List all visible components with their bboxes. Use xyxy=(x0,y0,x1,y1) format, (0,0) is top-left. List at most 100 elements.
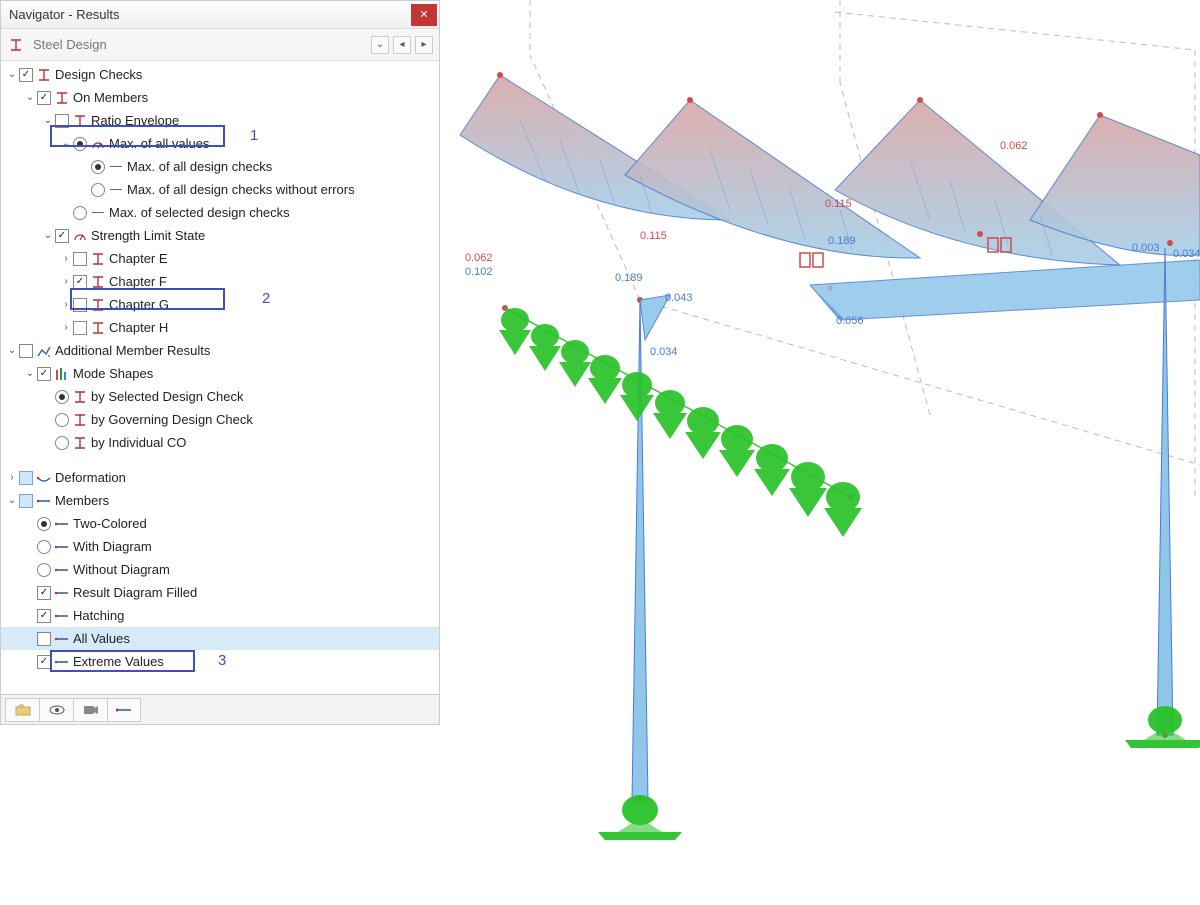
tree-item-members[interactable]: ⌄ Members xyxy=(1,489,439,512)
tree-item-chapter-e[interactable]: › Chapter E xyxy=(1,247,439,270)
value-label: 0.056 xyxy=(836,315,864,327)
tree-item-mode-shapes[interactable]: ⌄ ✓ Mode Shapes xyxy=(1,362,439,385)
tree-label: Chapter G xyxy=(107,297,169,312)
tree-item-ratio-envelope[interactable]: ⌄ Ratio Envelope xyxy=(1,109,439,132)
dropdown-chevron-icon[interactable]: ⌄ xyxy=(371,36,389,54)
checkbox[interactable] xyxy=(19,494,33,508)
tree-item-deformation[interactable]: › Deformation xyxy=(1,466,439,489)
checkbox[interactable] xyxy=(19,344,33,358)
toolbar-dropdown[interactable]: Steel Design xyxy=(29,37,367,52)
tree-item-two-colored[interactable]: Two-Colored xyxy=(1,512,439,535)
tree-label: Result Diagram Filled xyxy=(71,585,197,600)
value-label: 0.034 xyxy=(1173,248,1200,260)
tree-label: All Values xyxy=(71,631,130,646)
expand-icon[interactable]: › xyxy=(59,276,73,287)
tree-item-chapter-f[interactable]: › ✓ Chapter F xyxy=(1,270,439,293)
tree-item-without-diagram[interactable]: Without Diagram xyxy=(1,558,439,581)
tree-item-with-diagram[interactable]: With Diagram xyxy=(1,535,439,558)
checkbox[interactable]: ✓ xyxy=(37,586,51,600)
checkbox[interactable] xyxy=(37,632,51,646)
checkbox[interactable]: ✓ xyxy=(73,275,87,289)
tree-item-max-all-design-checks[interactable]: Max. of all design checks xyxy=(1,155,439,178)
tree-item-max-selected-design-checks[interactable]: Max. of selected design checks xyxy=(1,201,439,224)
radio[interactable] xyxy=(55,390,69,404)
checkbox[interactable]: ✓ xyxy=(37,609,51,623)
expand-icon[interactable]: ⌄ xyxy=(23,368,37,379)
tree-label: Deformation xyxy=(53,470,126,485)
tree-item-by-selected-design-check[interactable]: by Selected Design Check xyxy=(1,385,439,408)
expand-icon[interactable]: ⌄ xyxy=(5,345,19,356)
tree-label: Hatching xyxy=(71,608,124,623)
close-button[interactable]: ✕ xyxy=(411,4,437,26)
tree-item-by-governing-design-check[interactable]: by Governing Design Check xyxy=(1,408,439,431)
expand-icon[interactable]: › xyxy=(5,472,19,483)
radio[interactable] xyxy=(37,540,51,554)
toolbar: Steel Design ⌄ ◂ ▸ xyxy=(1,29,439,61)
expand-icon[interactable]: ⌄ xyxy=(23,92,37,103)
expand-icon[interactable]: › xyxy=(59,299,73,310)
bottom-btn-result[interactable] xyxy=(107,698,141,722)
tree-item-by-individual-co[interactable]: by Individual CO xyxy=(1,431,439,454)
tree-item-on-members[interactable]: ⌄ ✓ On Members xyxy=(1,86,439,109)
radio[interactable] xyxy=(73,206,87,220)
tree[interactable]: ⌄ ✓ Design Checks ⌄ ✓ On Members ⌄ Ratio… xyxy=(1,61,439,694)
checkbox[interactable] xyxy=(73,321,87,335)
radio[interactable] xyxy=(91,160,105,174)
tree-label: With Diagram xyxy=(71,539,152,554)
member-icon xyxy=(53,656,71,668)
nav-prev-button[interactable]: ◂ xyxy=(393,36,411,54)
checkbox[interactable]: ✓ xyxy=(37,655,51,669)
tree-item-chapter-h[interactable]: › Chapter H xyxy=(1,316,439,339)
radio[interactable] xyxy=(73,137,87,151)
tree-item-design-checks[interactable]: ⌄ ✓ Design Checks xyxy=(1,63,439,86)
checkbox[interactable] xyxy=(73,298,87,312)
tree-label: Additional Member Results xyxy=(53,343,210,358)
tree-item-result-diagram-filled[interactable]: ✓ Result Diagram Filled xyxy=(1,581,439,604)
expand-icon[interactable]: ⌄ xyxy=(41,230,55,241)
value-label: 0.062 xyxy=(1000,140,1028,152)
tree-item-chapter-g[interactable]: › Chapter G xyxy=(1,293,439,316)
bottom-btn-folder[interactable] xyxy=(5,698,39,722)
checkbox[interactable] xyxy=(55,114,69,128)
bottom-btn-eye[interactable] xyxy=(39,698,73,722)
checkbox[interactable] xyxy=(73,252,87,266)
checkbox[interactable]: ✓ xyxy=(55,229,69,243)
deformation-icon xyxy=(35,472,53,484)
tree-label: by Governing Design Check xyxy=(89,412,253,427)
radio[interactable] xyxy=(91,183,105,197)
nav-next-button[interactable]: ▸ xyxy=(415,36,433,54)
tree-label: Mode Shapes xyxy=(71,366,153,381)
tree-item-additional-member-results[interactable]: ⌄ Additional Member Results xyxy=(1,339,439,362)
radio[interactable] xyxy=(37,563,51,577)
checkbox[interactable] xyxy=(19,471,33,485)
member-icon xyxy=(53,564,71,576)
member-icon xyxy=(53,633,71,645)
hline-icon xyxy=(89,212,107,213)
expand-icon[interactable]: ⌄ xyxy=(5,495,19,506)
tree-item-max-all-values[interactable]: ⌄ Max. of all values xyxy=(1,132,439,155)
expand-icon[interactable]: ⌄ xyxy=(5,69,19,80)
expand-icon[interactable]: ⌄ xyxy=(59,138,73,149)
window-title: Navigator - Results xyxy=(9,7,120,22)
member-icon xyxy=(53,610,71,622)
checkbox[interactable]: ✓ xyxy=(37,91,51,105)
radio[interactable] xyxy=(55,436,69,450)
radio[interactable] xyxy=(55,413,69,427)
tree-item-strength-limit-state[interactable]: ⌄ ✓ Strength Limit State xyxy=(1,224,439,247)
checkbox[interactable]: ✓ xyxy=(37,367,51,381)
3d-viewport[interactable]: 0.062 0.102 0.115 0.189 0.043 0.034 0.11… xyxy=(440,0,1200,900)
expand-icon[interactable]: › xyxy=(59,322,73,333)
tree-label: Chapter E xyxy=(107,251,168,266)
mode-shapes-icon xyxy=(53,367,71,381)
expand-icon[interactable]: › xyxy=(59,253,73,264)
hline-icon xyxy=(107,189,125,190)
checkbox[interactable]: ✓ xyxy=(19,68,33,82)
tree-item-all-values[interactable]: All Values xyxy=(1,627,439,650)
radio[interactable] xyxy=(37,517,51,531)
expand-icon[interactable]: ⌄ xyxy=(41,115,55,126)
bottom-btn-camera[interactable] xyxy=(73,698,107,722)
tree-item-hatching[interactable]: ✓ Hatching xyxy=(1,604,439,627)
tree-item-max-all-design-checks-wo-errors[interactable]: Max. of all design checks without errors xyxy=(1,178,439,201)
tree-label: Max. of all design checks without errors xyxy=(125,182,355,197)
tree-label: Strength Limit State xyxy=(89,228,205,243)
